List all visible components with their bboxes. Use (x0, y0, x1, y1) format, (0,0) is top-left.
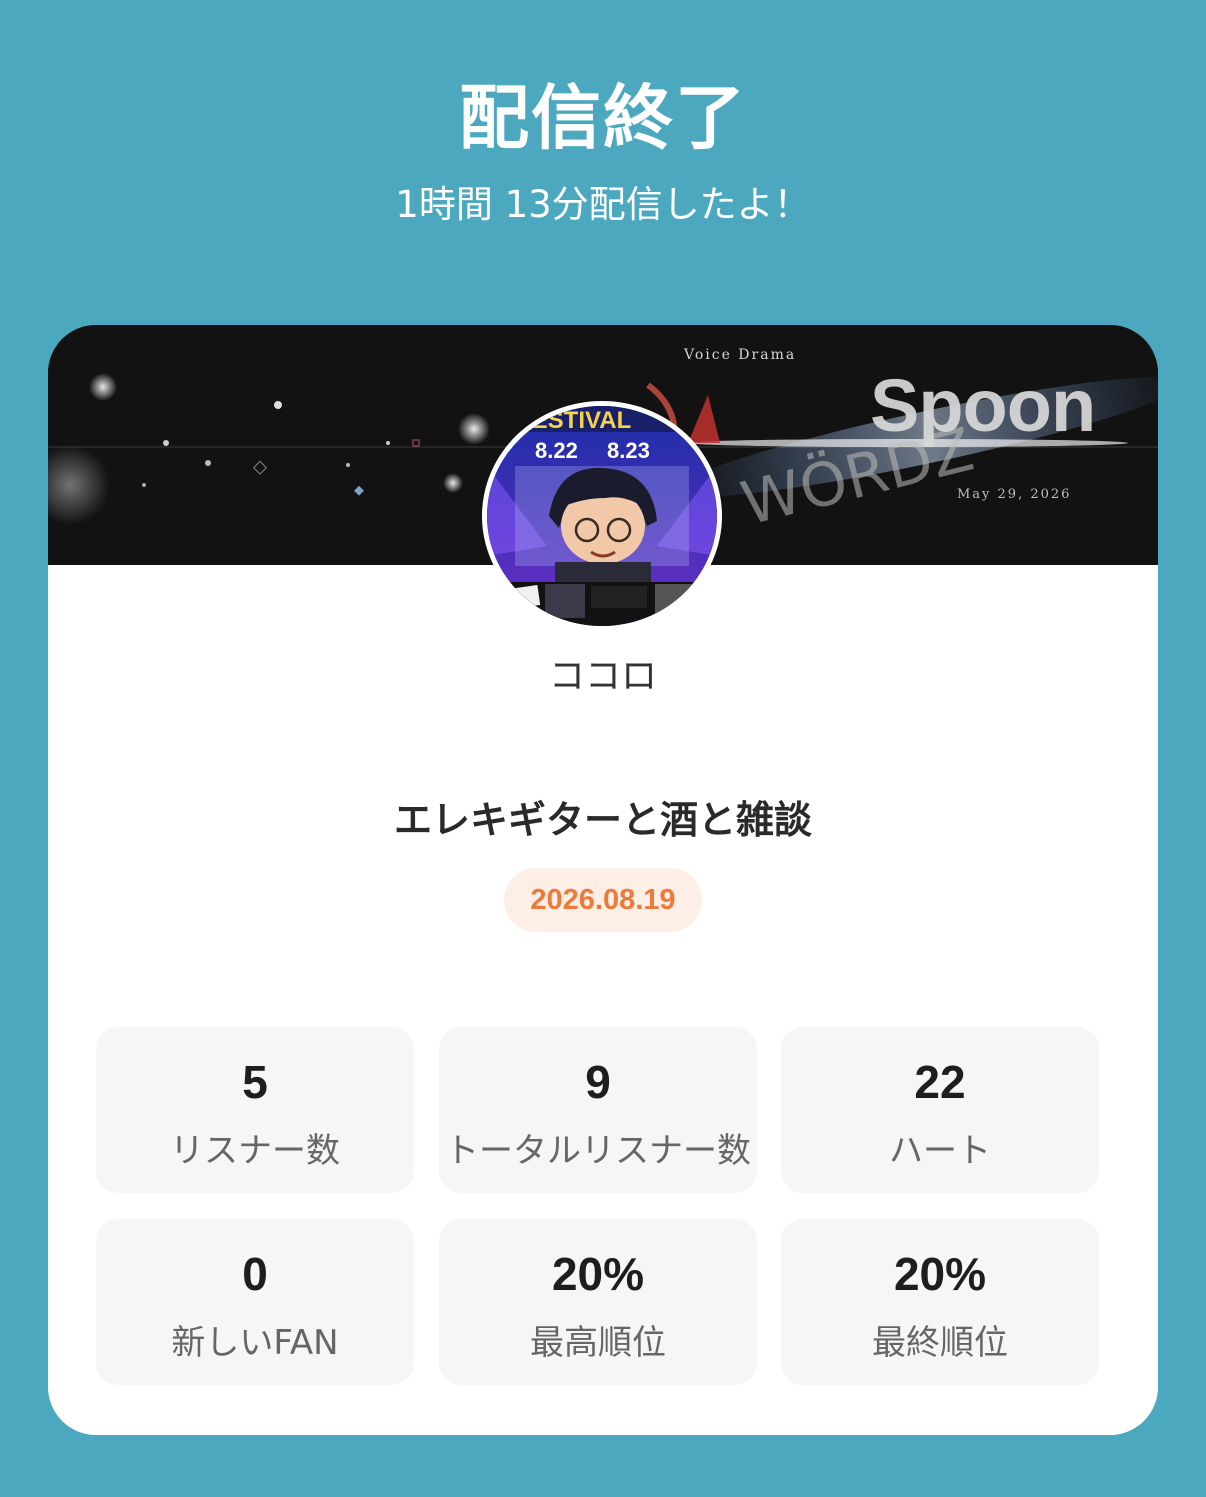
stat-hearts: 22 ハート (781, 1027, 1099, 1193)
avatar[interactable]: FESTIVAL 8.22 8.23 (482, 401, 722, 631)
stat-new-fans: 0 新しいFAN (96, 1219, 414, 1385)
stat-highest-rank: 20% 最高順位 (439, 1219, 757, 1385)
avatar-date-1: 8.22 (535, 438, 578, 463)
stream-title: エレキギターと酒と雑談 (393, 798, 812, 842)
stat-value: 20% (551, 1248, 645, 1300)
brand-logo-text: Spoon (870, 364, 1096, 447)
summary-card: WÖRDZ Voice Drama Spoon May 29, 2026 FES… (48, 325, 1158, 1435)
stat-label: 最高順位 (530, 1323, 666, 1363)
stat-label: トータルリスナー数 (445, 1131, 751, 1171)
page-title: 配信終了 (459, 77, 747, 159)
stat-label: リスナー数 (170, 1131, 340, 1171)
stat-value: 9 (585, 1056, 611, 1108)
stat-final-rank: 20% 最終順位 (781, 1219, 1099, 1385)
banner-date: May 29, 2026 (957, 487, 1072, 502)
username: ココロ (548, 656, 657, 697)
avatar-festival-text: FESTIVAL (517, 407, 631, 434)
stat-label: 最終順位 (872, 1323, 1008, 1363)
stat-value: 0 (242, 1248, 268, 1300)
stat-label: 新しいFAN (171, 1323, 339, 1363)
stream-date-badge: 2026.08.19 (504, 868, 702, 932)
banner-small-title: Voice Drama (684, 347, 797, 363)
stat-total-listeners: 9 トータルリスナー数 (439, 1027, 757, 1193)
stat-value: 20% (893, 1248, 987, 1300)
avatar-date-2: 8.23 (607, 438, 650, 463)
broadcast-duration: 1時間 13分配信したよ！ (395, 183, 811, 226)
stat-value: 22 (914, 1056, 966, 1108)
stat-label: ハート (889, 1131, 991, 1171)
avatar-artwork: FESTIVAL 8.22 8.23 (487, 406, 717, 626)
stat-listeners: 5 リスナー数 (96, 1027, 414, 1193)
stat-value: 5 (242, 1056, 268, 1108)
